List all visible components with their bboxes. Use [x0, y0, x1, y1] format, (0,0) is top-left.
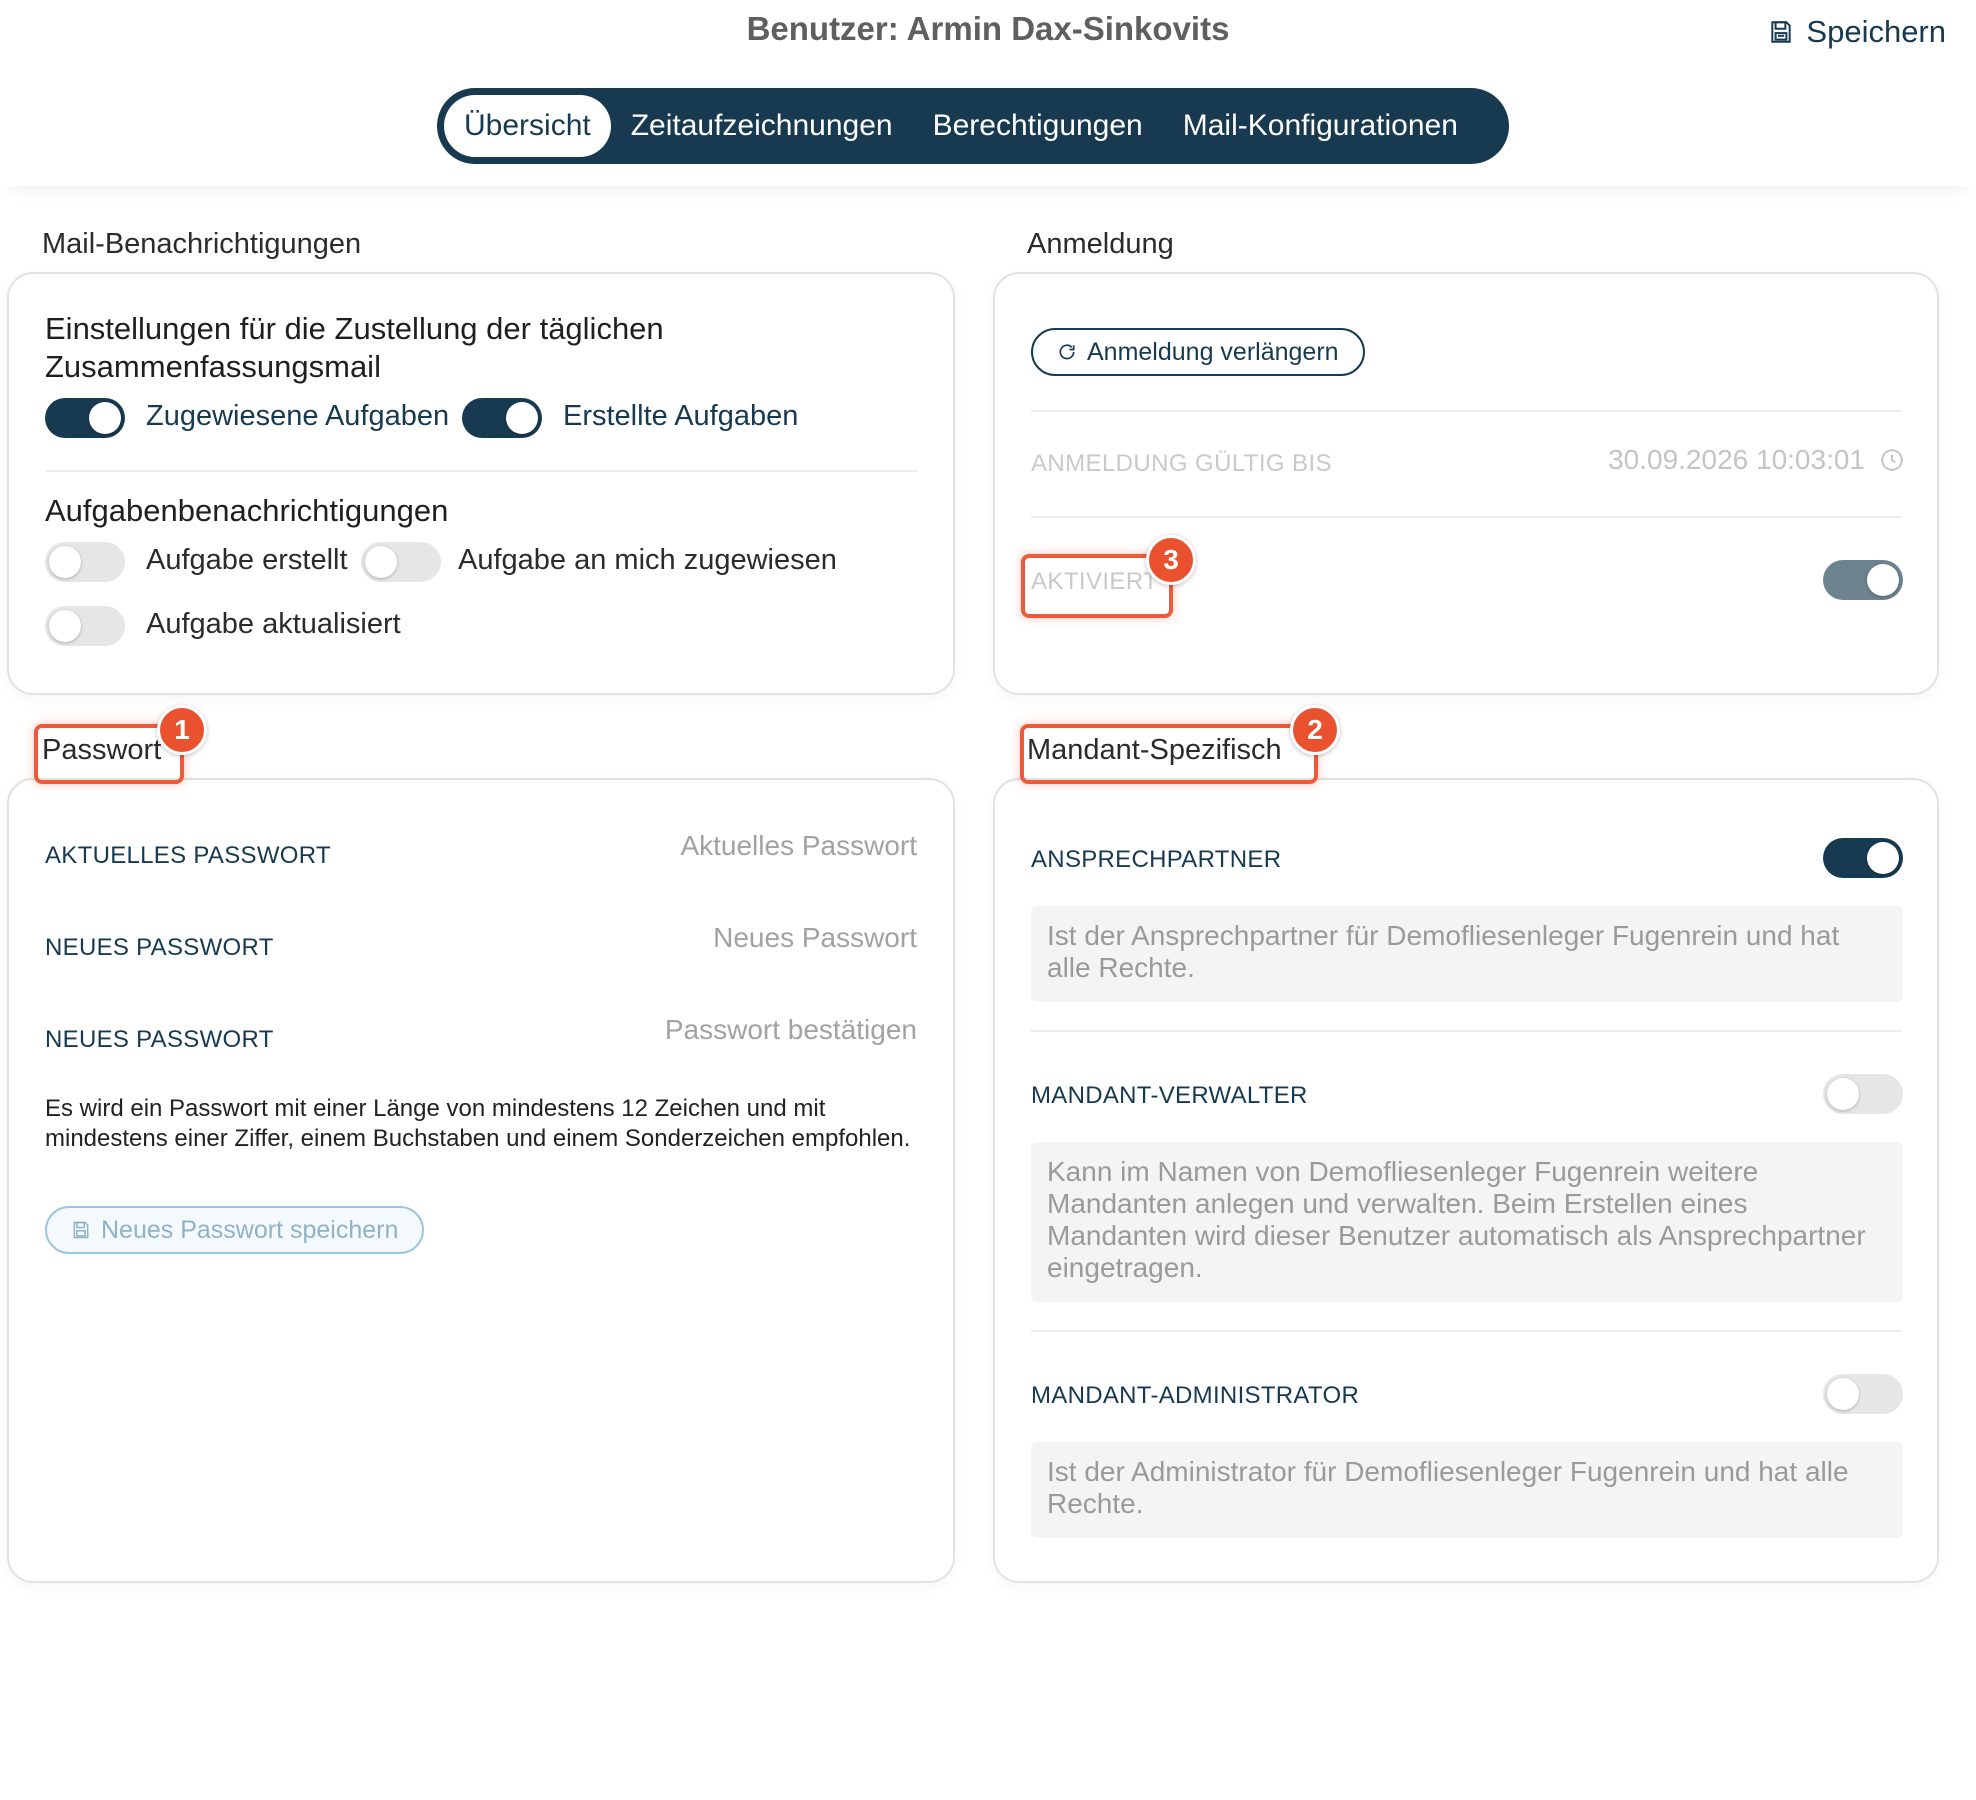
login-card: Anmeldung verlängern ANMELDUNG GÜLTIG BI… — [993, 272, 1939, 695]
tenant-card: ANSPRECHPARTNER Ist der Ansprechpartner … — [993, 778, 1939, 1583]
extend-login-button[interactable]: Anmeldung verlängern — [1031, 328, 1365, 376]
assigned-tasks-toggle[interactable] — [45, 398, 125, 438]
extend-login-label: Anmeldung verlängern — [1087, 337, 1339, 366]
page-title: Benutzer: Armin Dax-Sinkovits — [746, 10, 1230, 47]
tenant-admin-toggle[interactable] — [1823, 1374, 1903, 1414]
tenant-admin-label: MANDANT-ADMINISTRATOR — [1031, 1382, 1360, 1409]
new-password-input[interactable]: Neues Passwort — [497, 922, 917, 954]
mail-section-label: Mail-Benachrichtigungen — [42, 228, 362, 260]
contact-person-toggle[interactable] — [1823, 838, 1903, 878]
tenant-manager-label: MANDANT-VERWALTER — [1031, 1082, 1308, 1109]
login-divider-1 — [1031, 410, 1901, 412]
login-section-label: Anmeldung — [1027, 228, 1174, 260]
new-password-label: NEUES PASSWORT — [45, 934, 274, 961]
annotation-badge-2: 2 — [1290, 705, 1340, 755]
tenant-admin-description: Ist der Administrator für Demofliesenleg… — [1031, 1442, 1903, 1538]
login-divider-2 — [1031, 516, 1901, 518]
tenant-divider-2 — [1031, 1330, 1901, 1332]
contact-person-label: ANSPRECHPARTNER — [1031, 846, 1282, 873]
toggle-knob — [365, 546, 397, 578]
tab-berechtigungen[interactable]: Berechtigungen — [913, 95, 1163, 157]
current-password-label: AKTUELLES PASSWORT — [45, 842, 331, 869]
page-header: Benutzer: Armin Dax-Sinkovits Speichern … — [0, 0, 1976, 186]
valid-until-label: ANMELDUNG GÜLTIG BIS — [1031, 450, 1332, 477]
save-button-label: Speichern — [1806, 14, 1946, 49]
assigned-tasks-label: Zugewiesene Aufgaben — [146, 400, 450, 432]
save-new-password-button[interactable]: Neues Passwort speichern — [45, 1206, 425, 1254]
mail-divider — [45, 470, 917, 472]
activated-toggle[interactable] — [1823, 560, 1903, 600]
created-tasks-toggle[interactable] — [462, 398, 542, 438]
save-new-password-label: Neues Passwort speichern — [101, 1215, 399, 1244]
task-assigned-to-me-toggle[interactable] — [361, 542, 441, 582]
current-password-input[interactable]: Aktuelles Passwort — [497, 830, 917, 862]
annotation-highlight-tenant — [1020, 724, 1318, 784]
summary-settings-title: Einstellungen für die Zustellung der täg… — [45, 311, 664, 384]
refresh-icon — [1059, 344, 1075, 360]
toggle-knob — [1827, 1378, 1859, 1410]
save-icon — [73, 1221, 89, 1239]
task-updated-label: Aufgabe aktualisiert — [146, 608, 401, 640]
tenant-divider-1 — [1031, 1030, 1901, 1032]
toggle-knob — [1867, 564, 1899, 596]
confirm-password-input[interactable]: Passwort bestätigen — [497, 1014, 917, 1046]
annotation-badge-3: 3 — [1146, 535, 1196, 585]
tab-bar: Übersicht Zeitaufzeichnungen Berechtigun… — [437, 88, 1509, 164]
toggle-knob — [89, 402, 121, 434]
save-icon — [1771, 21, 1792, 43]
task-notifications-title: Aufgabenbenachrichtigungen — [45, 493, 449, 528]
toggle-knob — [49, 610, 81, 642]
clock-icon — [1881, 449, 1903, 471]
mail-notifications-card: Einstellungen für die Zustellung der täg… — [7, 272, 955, 695]
task-updated-toggle[interactable] — [45, 606, 125, 646]
valid-until-value: 30.09.2026 10:03:01 — [1608, 444, 1865, 475]
toggle-knob — [506, 402, 538, 434]
toggle-knob — [1827, 1078, 1859, 1110]
toggle-knob — [1867, 842, 1899, 874]
task-created-label: Aufgabe erstellt — [146, 544, 348, 576]
contact-person-description: Ist der Ansprechpartner für Demofliesenl… — [1031, 906, 1903, 1002]
annotation-badge-1: 1 — [157, 705, 207, 755]
save-button[interactable]: Speichern — [1768, 14, 1946, 50]
tab-mail-konfigurationen[interactable]: Mail-Konfigurationen — [1163, 95, 1478, 157]
confirm-password-label: NEUES PASSWORT — [45, 1026, 274, 1053]
tenant-manager-toggle[interactable] — [1823, 1074, 1903, 1114]
toggle-knob — [49, 546, 81, 578]
tenant-manager-description: Kann im Namen von Demofliesenleger Fugen… — [1031, 1142, 1903, 1302]
task-assigned-to-me-label: Aufgabe an mich zugewiesen — [458, 544, 837, 576]
password-hint: Es wird ein Passwort mit einer Länge von… — [45, 1095, 911, 1152]
tab-zeitaufzeichnungen[interactable]: Zeitaufzeichnungen — [611, 95, 913, 157]
tab-uebersicht[interactable]: Übersicht — [444, 95, 611, 157]
password-card: AKTUELLES PASSWORT Aktuelles Passwort NE… — [7, 778, 955, 1583]
task-created-toggle[interactable] — [45, 542, 125, 582]
valid-until-field[interactable]: 30.09.2026 10:03:01 — [1608, 444, 1905, 476]
created-tasks-label: Erstellte Aufgaben — [563, 400, 799, 432]
